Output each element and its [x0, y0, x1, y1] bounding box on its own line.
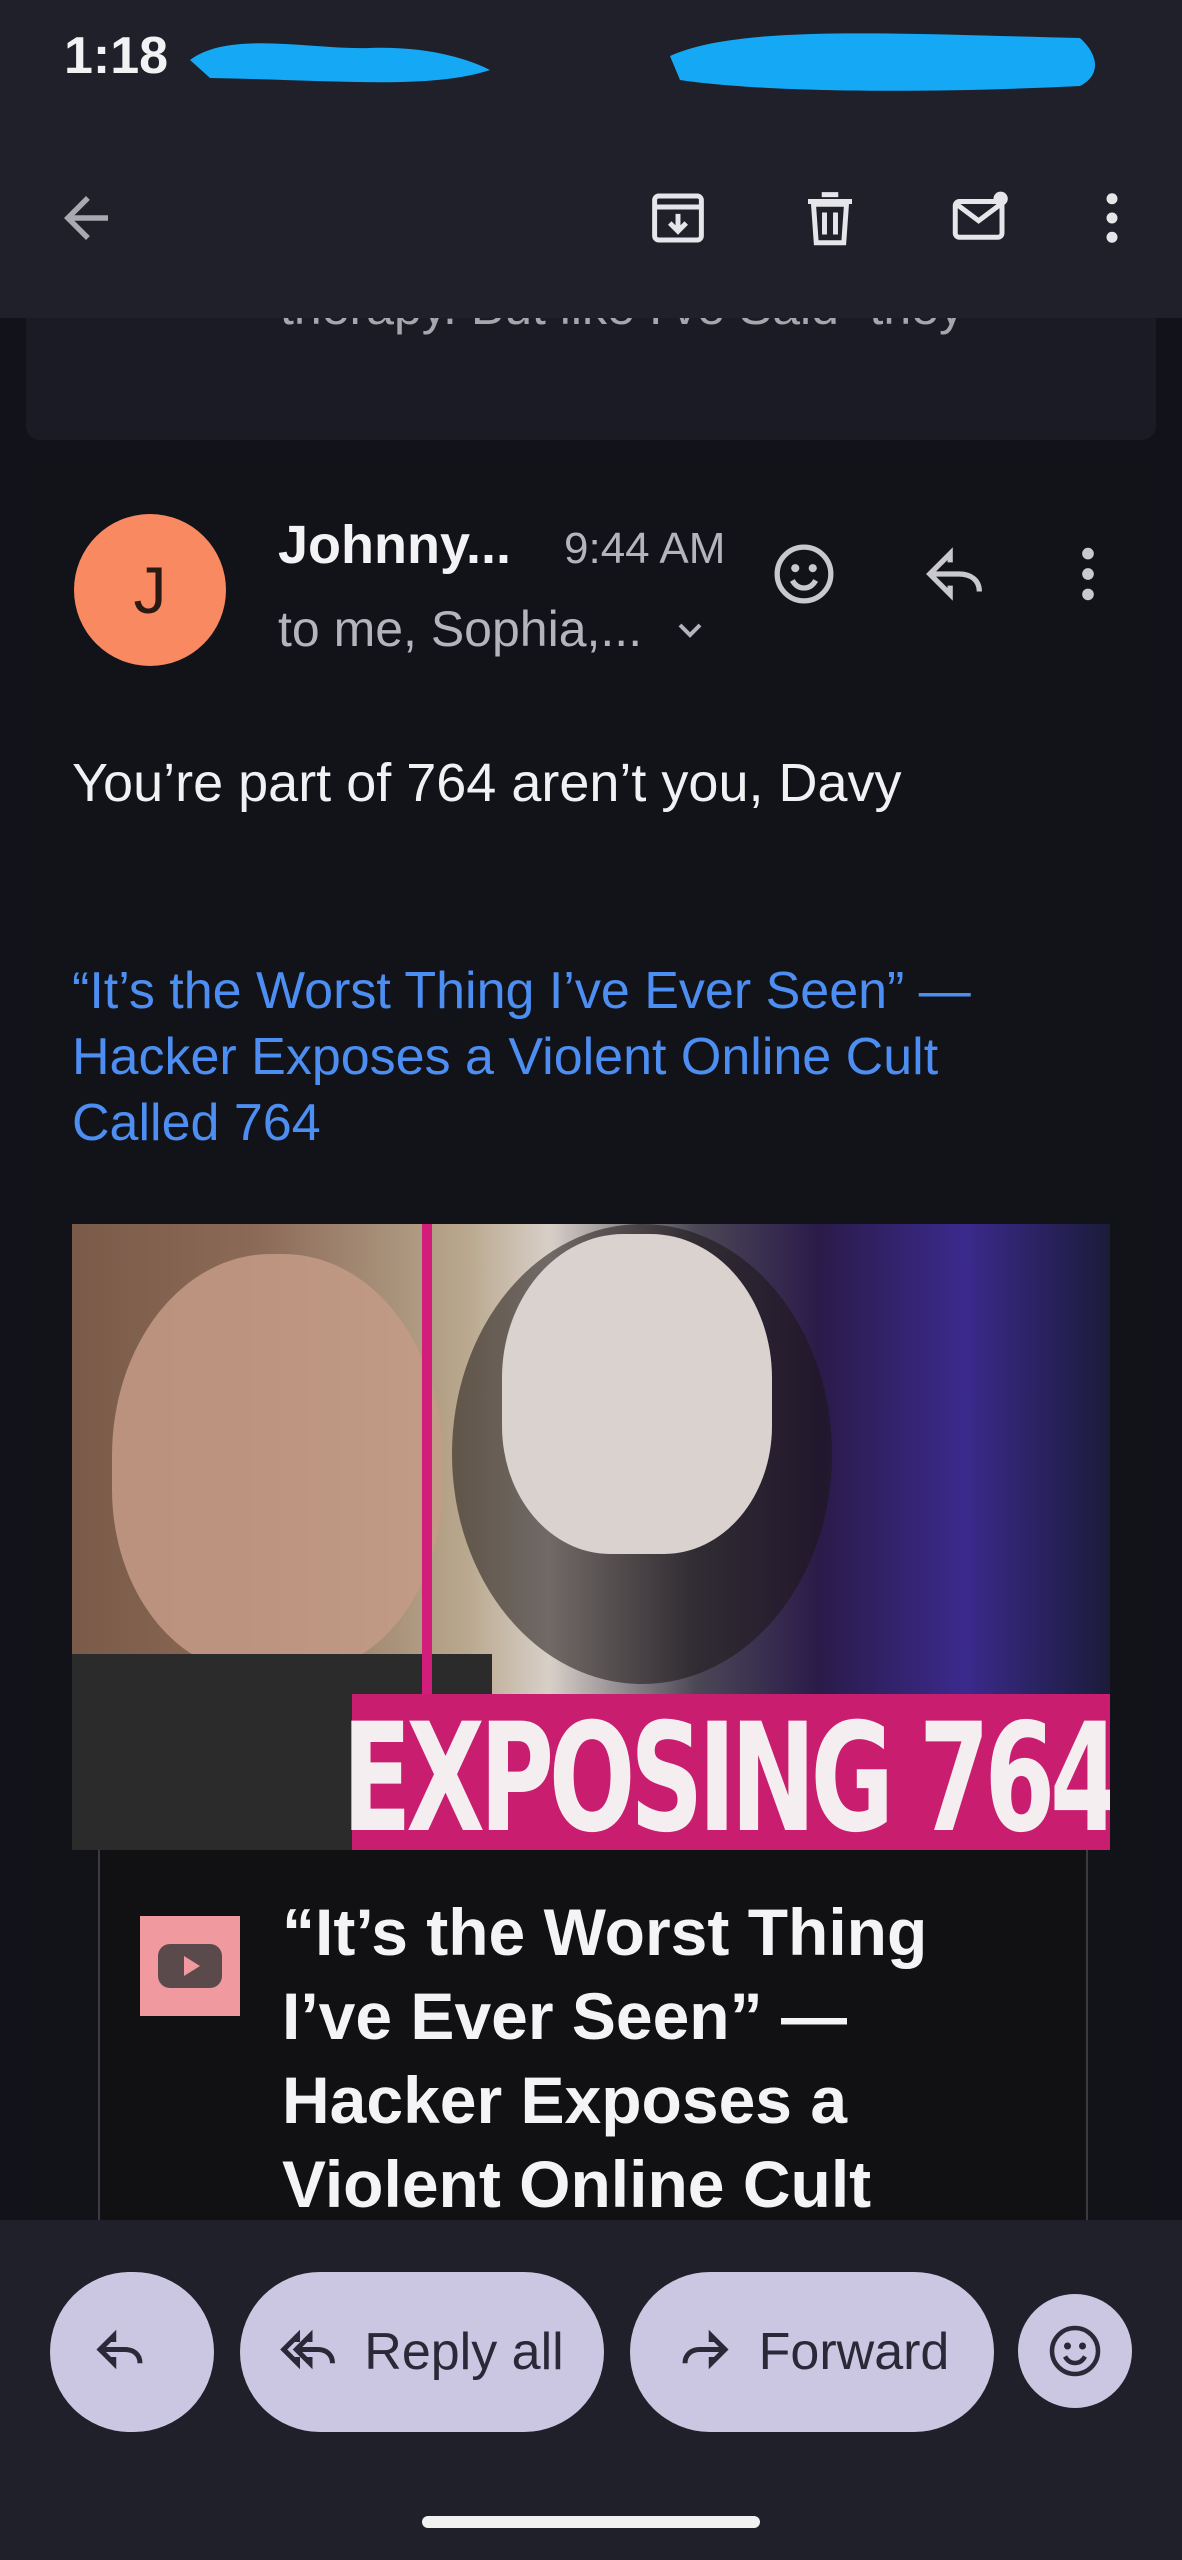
link-preview-title: “It’s the Worst Thing I’ve Ever Seen” — … — [282, 1895, 928, 2220]
emoji-icon — [1049, 2325, 1101, 2377]
chevron-down-icon[interactable] — [670, 610, 710, 650]
reply-action-button[interactable] — [50, 2272, 214, 2432]
sender-name[interactable]: Johnny... — [278, 514, 511, 576]
mark-unread-button[interactable] — [930, 168, 1030, 268]
forward-button[interactable]: Forward — [630, 2272, 994, 2432]
trash-icon — [808, 192, 852, 246]
more-options-button[interactable] — [1062, 168, 1162, 268]
recipients[interactable]: to me, Sophia,... — [278, 600, 642, 658]
message-body: You’re part of 764 aren’t you, Davy — [72, 753, 902, 813]
thumbnail-caption: EXPOSING 764 — [342, 1692, 1110, 1850]
home-indicator[interactable] — [422, 2516, 760, 2528]
arrow-left-icon — [64, 196, 108, 240]
redaction-mark-right — [670, 33, 1095, 91]
previous-message-snippet: therapy. But like I've Said- they — [280, 318, 964, 336]
video-thumbnail[interactable]: EXPOSING 764 — [72, 1224, 1110, 1850]
react-button[interactable] — [756, 526, 852, 622]
reply-all-label: Reply all — [364, 2323, 564, 2381]
archive-button[interactable] — [628, 168, 728, 268]
forward-label: Forward — [758, 2323, 950, 2381]
link-preview-card[interactable]: “It’s the Worst Thing I’ve Ever Seen” — … — [98, 1850, 1088, 2220]
status-time: 1:18 — [64, 27, 169, 85]
message-more-button[interactable] — [1040, 526, 1136, 622]
more-vertical-icon — [1082, 547, 1094, 601]
more-vertical-icon — [1106, 193, 1118, 243]
bottom-action-bar: Reply all Forward — [0, 2220, 1182, 2560]
delete-button[interactable] — [780, 168, 880, 268]
reply-all-icon — [280, 2329, 336, 2370]
forward-icon — [682, 2329, 729, 2370]
top-app-bar: 1:18 — [0, 0, 1182, 318]
emoji-react-button[interactable] — [1018, 2294, 1132, 2408]
reply-icon — [926, 547, 982, 601]
reply-all-button[interactable]: Reply all — [240, 2272, 604, 2432]
redaction-mark-left — [190, 43, 490, 83]
message-time: 9:44 AM — [564, 524, 726, 573]
reply-button[interactable] — [908, 526, 1004, 622]
thread-content[interactable]: therapy. But like I've Said- they J John… — [0, 318, 1182, 2220]
youtube-icon — [140, 1916, 240, 2016]
previous-message-card[interactable]: therapy. But like I've Said- they — [26, 318, 1156, 440]
back-button[interactable] — [36, 168, 136, 268]
video-link[interactable]: “It’s the Worst Thing I’ve Ever Seen” — … — [72, 958, 1052, 1156]
reply-icon — [96, 2329, 143, 2370]
emoji-icon — [774, 544, 834, 604]
mail-unread-icon — [952, 191, 1008, 240]
avatar[interactable]: J — [74, 514, 226, 666]
archive-icon — [652, 193, 704, 243]
